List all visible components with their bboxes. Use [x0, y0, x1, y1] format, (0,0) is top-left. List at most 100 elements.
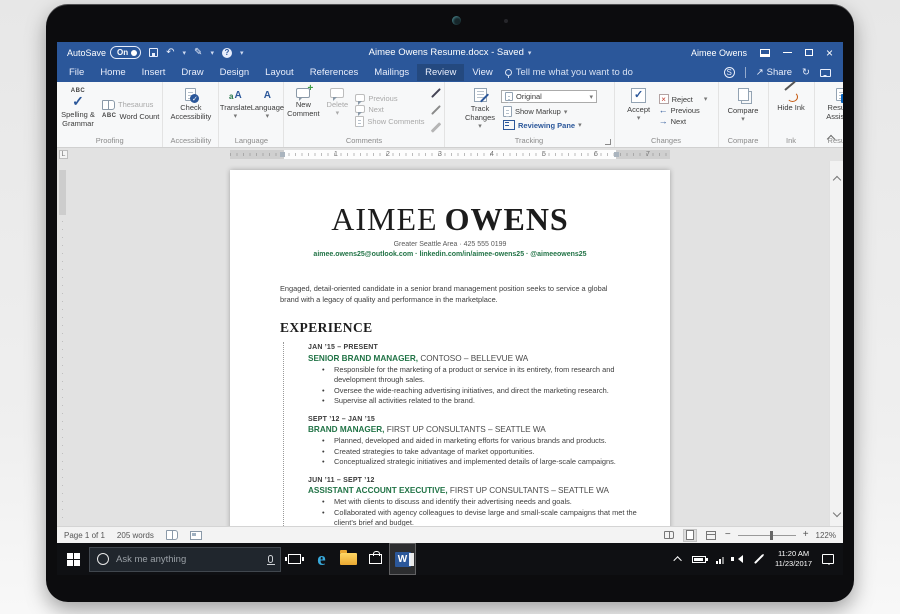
tab-stop-selector[interactable]: L — [59, 150, 68, 159]
tell-me-box[interactable]: Tell me what you want to do — [505, 67, 633, 78]
word-count[interactable]: 205 words — [117, 531, 154, 540]
word-count-button[interactable]: ABC Word Count — [100, 112, 161, 121]
resume-name[interactable]: AIMEEOWENS — [230, 203, 670, 235]
tab-design[interactable]: Design — [212, 64, 258, 81]
resume-contact-line2[interactable]: aimee.owens25@outlook.com · linkedin.com… — [230, 251, 670, 258]
tab-view[interactable]: View — [464, 64, 500, 81]
tab-mailings[interactable]: Mailings — [366, 64, 417, 81]
restore-button[interactable] — [805, 49, 813, 56]
resume-summary[interactable]: Engaged, detail-oriented candidate in a … — [280, 283, 622, 305]
resume-contact-line1[interactable]: Greater Seattle Area · 425 555 0199 — [230, 241, 670, 248]
user-name[interactable]: Aimee Owens — [691, 48, 747, 58]
zoom-slider[interactable] — [738, 535, 796, 536]
autosave-control[interactable]: AutoSave On — [67, 46, 141, 59]
print-layout-button[interactable] — [683, 529, 697, 542]
compare-button[interactable]: Compare ▾ — [723, 84, 763, 136]
experience-heading[interactable]: EXPERIENCE — [280, 320, 670, 336]
tab-references[interactable]: References — [302, 64, 367, 81]
page-count[interactable]: Page 1 of 1 — [64, 531, 105, 540]
task-view-button[interactable] — [281, 543, 308, 575]
undo-caret-icon[interactable]: ▾ — [183, 49, 187, 57]
tab-home[interactable]: Home — [92, 64, 133, 81]
tab-file[interactable]: File — [61, 64, 92, 81]
right-indent-marker[interactable] — [614, 152, 619, 157]
proofing-status-icon[interactable] — [166, 530, 178, 540]
battery-icon[interactable] — [692, 556, 706, 563]
accept-button[interactable]: ✓ Accept ▾ — [623, 84, 655, 136]
network-icon[interactable] — [716, 555, 724, 564]
show-comments-button[interactable]: Show Comments — [353, 116, 426, 127]
horizontal-ruler[interactable]: 1 2 3 4 5 6 7 — [230, 150, 670, 159]
zoom-level[interactable]: 122% — [816, 531, 836, 540]
close-button[interactable]: × — [826, 47, 833, 59]
language-button[interactable]: A Language ▾ — [252, 84, 282, 136]
comments-panel-icon[interactable] — [820, 69, 831, 77]
thesaurus-button[interactable]: Thesaurus — [100, 100, 161, 110]
document-page[interactable]: AIMEEOWENS Greater Seattle Area · 425 55… — [230, 170, 670, 526]
customize-qat-icon[interactable]: ▾ — [240, 49, 244, 57]
vertical-scrollbar[interactable] — [829, 161, 843, 526]
skype-icon[interactable]: S — [724, 67, 735, 78]
next-change-button[interactable]: → Next — [657, 117, 710, 126]
resume-assistant-button[interactable]: in Resume Assistant — [820, 84, 844, 136]
reject-button[interactable]: × Reject ▾ — [657, 94, 710, 104]
left-indent-marker[interactable] — [280, 152, 285, 157]
touch-mode-icon[interactable]: ✎ — [194, 48, 202, 58]
edge-button[interactable]: e — [308, 543, 335, 575]
tab-layout[interactable]: Layout — [257, 64, 302, 81]
delete-comment-button[interactable]: Delete ▾ — [323, 84, 351, 136]
action-center-icon[interactable] — [822, 554, 834, 564]
word-taskbar-button[interactable]: W — [389, 543, 416, 575]
file-explorer-button[interactable] — [335, 543, 362, 575]
display-settings-icon[interactable] — [190, 531, 202, 540]
show-markup-button[interactable]: Show Markup ▾ — [501, 106, 597, 117]
search-input[interactable] — [116, 554, 261, 565]
ribbon-display-options-icon[interactable] — [760, 49, 770, 57]
experience-entry[interactable]: JAN ’15 – PRESENT SENIOR BRAND MANAGER, … — [308, 344, 670, 407]
help-icon[interactable]: ? — [222, 48, 232, 58]
translate-button[interactable]: aA Translate ▾ — [220, 84, 250, 136]
touch-mode-caret-icon[interactable]: ▾ — [210, 49, 214, 57]
pen-settings-icon[interactable] — [754, 554, 764, 564]
title-caret-icon[interactable]: ▾ — [528, 49, 532, 57]
tracking-dialog-launcher[interactable] — [605, 139, 611, 145]
clock[interactable]: 11:20 AM 11/23/2017 — [775, 549, 812, 569]
display-for-review-combobox[interactable]: Original ▾ — [501, 90, 597, 103]
zoom-in-button[interactable]: + — [803, 530, 809, 540]
new-comment-button[interactable]: + New Comment — [285, 84, 321, 136]
undo-icon[interactable]: ↶ — [166, 48, 174, 58]
read-mode-button[interactable] — [662, 529, 676, 542]
cortana-search-box[interactable] — [89, 547, 281, 572]
previous-comment-button[interactable]: Previous — [353, 94, 426, 103]
zoom-out-button[interactable]: − — [725, 530, 731, 540]
scroll-up-icon[interactable] — [833, 176, 841, 184]
tray-expand-icon[interactable] — [673, 556, 681, 564]
tab-draw[interactable]: Draw — [173, 64, 211, 81]
minimize-button[interactable] — [783, 52, 792, 53]
save-icon[interactable] — [149, 48, 158, 57]
ink-pen-icon[interactable] — [429, 104, 443, 117]
check-accessibility-button[interactable]: ✓ Check Accessibility — [167, 84, 215, 136]
reviewing-pane-button[interactable]: Reviewing Pane ▾ — [501, 120, 597, 130]
next-comment-button[interactable]: Next — [353, 105, 426, 114]
store-button[interactable] — [362, 543, 389, 575]
ink-comment-icon[interactable] — [429, 87, 443, 100]
share-button[interactable]: ↗ Share — [756, 67, 792, 78]
spelling-grammar-button[interactable]: ABC ✓ Spelling & Grammar — [58, 84, 98, 136]
experience-entry[interactable]: JUN ’11 – SEPT ’12 ASSISTANT ACCOUNT EXE… — [308, 477, 670, 527]
autosave-toggle[interactable]: On — [110, 46, 141, 59]
experience-entry[interactable]: SEPT ’12 – JAN ’15 BRAND MANAGER, FIRST … — [308, 416, 670, 468]
previous-change-button[interactable]: ← Previous — [657, 106, 710, 115]
activity-history-icon[interactable]: ↻ — [802, 67, 810, 78]
start-button[interactable] — [57, 543, 89, 575]
volume-icon[interactable] — [734, 555, 743, 563]
hide-ink-button[interactable]: Hide Ink — [773, 84, 809, 136]
ink-eraser-icon[interactable] — [429, 121, 443, 134]
tab-review[interactable]: Review — [417, 64, 464, 81]
tab-insert[interactable]: Insert — [134, 64, 174, 81]
track-changes-button[interactable]: Track Changes ▾ — [461, 84, 499, 136]
zoom-slider-thumb[interactable] — [770, 531, 773, 540]
microphone-icon[interactable] — [268, 555, 273, 563]
scroll-down-icon[interactable] — [833, 509, 841, 517]
web-layout-button[interactable] — [704, 529, 718, 542]
